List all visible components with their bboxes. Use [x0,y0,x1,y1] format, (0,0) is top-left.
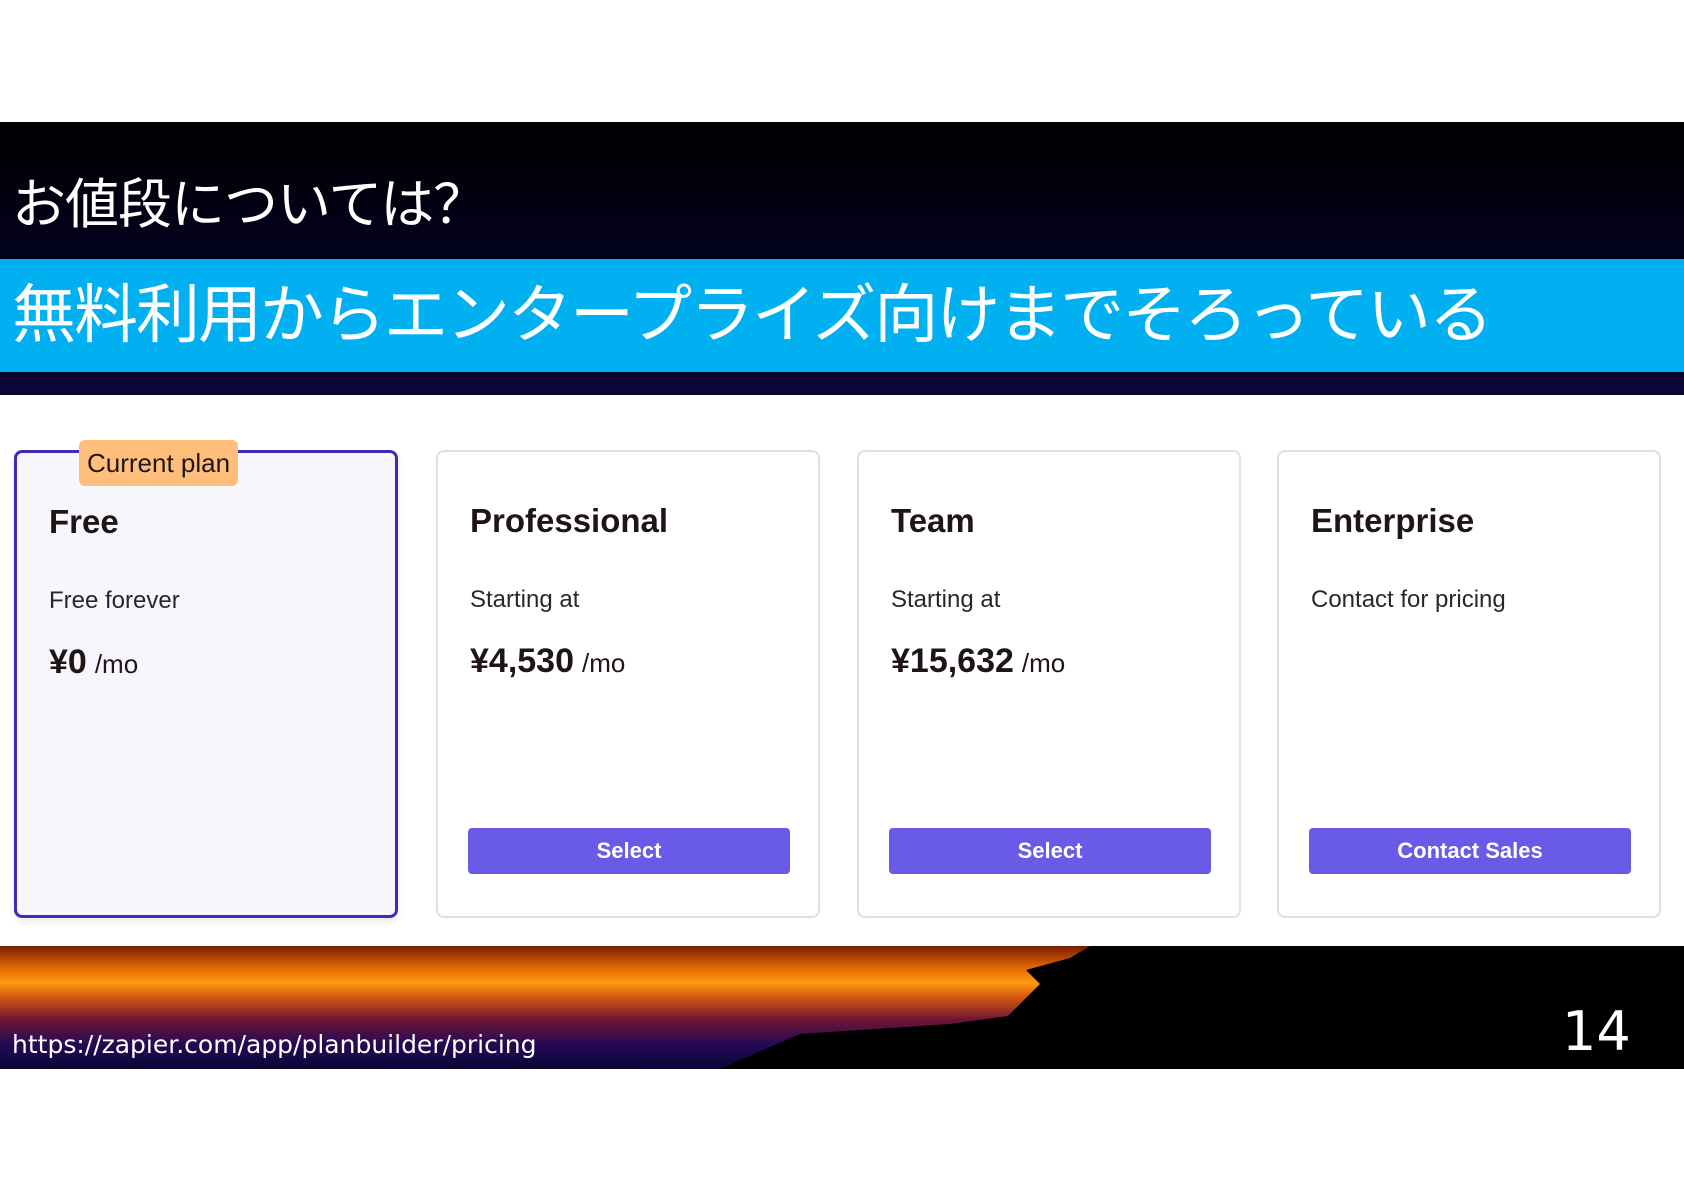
slide-subtitle: 無料利用からエンタープライズ向けまでそろっている [12,279,1493,353]
plan-name: Professional [470,502,669,539]
current-plan-badge: Current plan [79,440,239,486]
select-professional-button[interactable]: Select [468,828,790,874]
page-number: 14 [1562,1000,1631,1063]
plan-caption: Starting at [470,586,580,613]
plan-price: ¥15,632 [891,642,1014,680]
plan-name: Team [891,502,975,539]
plan-card-free: Current plan Free Free forever ¥0/mo [14,440,398,918]
plan-name: Enterprise [1311,502,1475,539]
plan-card-professional: Professional Starting at ¥4,530/mo Selec… [436,450,820,918]
price-row: ¥4,530/mo [470,642,625,681]
plan-caption: Starting at [891,586,1001,613]
plan-caption: Free forever [49,587,180,614]
select-team-button[interactable]: Select [889,828,1211,874]
price-period: /mo [94,649,139,679]
price-row: ¥0/mo [49,643,138,682]
plan-card-team: Team Starting at ¥15,632/mo Select [857,450,1241,918]
pricing-cards: Current plan Free Free forever ¥0/mo Pro… [0,440,1684,920]
plan-price: ¥4,530 [470,642,574,680]
plan-name: Free [49,503,119,540]
price-period: /mo [1021,648,1066,678]
slide-heading: お値段については？ [12,173,487,236]
plan-card-enterprise: Enterprise Contact for pricing Contact S… [1277,450,1661,918]
price-row: ¥15,632/mo [891,642,1065,681]
price-period: /mo [582,648,626,678]
contact-sales-button[interactable]: Contact Sales [1309,828,1631,874]
plan-price: ¥0 [49,643,87,681]
plan-caption: Contact for pricing [1311,586,1506,613]
source-url: https://zapier.com/app/planbuilder/prici… [12,1030,537,1059]
